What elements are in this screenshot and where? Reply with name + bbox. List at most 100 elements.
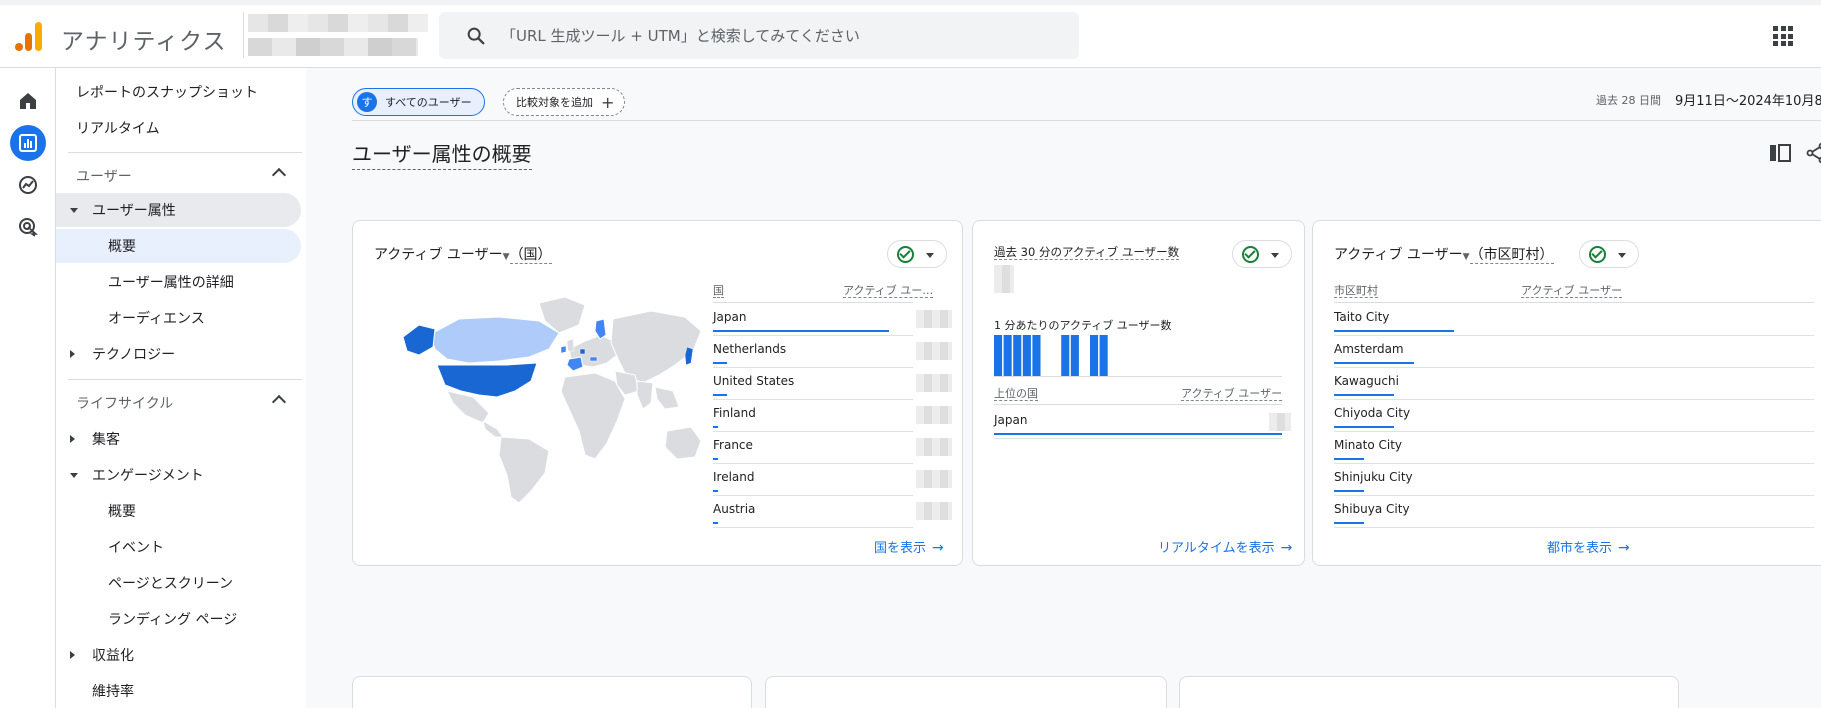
- table-row[interactable]: Kawaguchi: [1334, 368, 1814, 400]
- minute-bar-chart[interactable]: [994, 333, 1282, 377]
- compare-view-icon[interactable]: [1769, 144, 1791, 162]
- nav-item-user-attr-detail[interactable]: ユーザー属性の詳細: [108, 265, 301, 299]
- share-icon[interactable]: [1806, 142, 1821, 164]
- col-header-country[interactable]: 国: [713, 282, 724, 298]
- nav-item-events[interactable]: イベント: [108, 530, 301, 564]
- table-row[interactable]: France: [713, 432, 913, 464]
- table-row[interactable]: Amsterdam: [1334, 336, 1814, 368]
- analytics-logo-icon[interactable]: [14, 20, 44, 52]
- table-row[interactable]: Shibuya City: [1334, 496, 1814, 528]
- search-bar[interactable]: [439, 12, 1079, 59]
- table-header-divider: [713, 302, 913, 303]
- nav-group-label: ユーザー属性: [92, 203, 176, 219]
- table-row[interactable]: Minato City: [1334, 432, 1814, 464]
- col-header-top-country[interactable]: 上位の国: [994, 385, 1038, 401]
- col-header-active-users[interactable]: アクティブ ユーザー: [1521, 282, 1623, 298]
- table-row[interactable]: Austria: [713, 496, 913, 528]
- table-row[interactable]: Taito City: [1334, 304, 1814, 336]
- top-accent-line: [0, 0, 1821, 5]
- row-share-bar: [1334, 458, 1364, 460]
- nav-section-lifecycle[interactable]: ライフサイクル: [56, 386, 301, 420]
- nav-report-snapshot[interactable]: レポートのスナップショット: [76, 75, 258, 109]
- search-input[interactable]: [501, 12, 1061, 59]
- nav-group-label: エンゲージメント: [92, 468, 204, 484]
- table-row[interactable]: United States: [713, 368, 913, 400]
- table-row[interactable]: Japan: [994, 407, 1282, 439]
- row-label: United States: [713, 374, 795, 388]
- nav-item-retention[interactable]: 維持率: [56, 674, 301, 708]
- data-quality-button[interactable]: [1232, 240, 1292, 268]
- card-realtime-users: 過去 30 分のアクティブ ユーザー数 1 分あたりのアクティブ ユーザー数 上…: [972, 220, 1305, 566]
- nav-group-user-attributes[interactable]: ユーザー属性: [56, 193, 301, 227]
- nav-item-overview[interactable]: 概要: [56, 229, 301, 263]
- explore-icon[interactable]: [10, 167, 46, 203]
- row-share-bar: [994, 433, 1282, 435]
- caret-down-icon: [70, 208, 78, 213]
- card-title-metric-dropdown[interactable]: アクティブ ユーザー: [374, 247, 503, 263]
- caret-down-icon: [70, 473, 78, 478]
- row-label: Austria: [713, 502, 756, 516]
- page-title[interactable]: ユーザー属性の概要: [352, 138, 532, 170]
- nav-item-audiences[interactable]: オーディエンス: [108, 301, 301, 335]
- row-share-bar: [1334, 362, 1414, 364]
- date-range-picker[interactable]: 9月11日～2024年10月8: [1675, 90, 1821, 109]
- nav-realtime[interactable]: リアルタイム: [76, 111, 160, 145]
- data-quality-button[interactable]: [1579, 240, 1639, 268]
- arrow-right-icon: →: [932, 540, 944, 556]
- view-cities-link[interactable]: 都市を表示 →: [1547, 537, 1630, 556]
- card-title: アクティブ ユーザー▼（国）: [374, 244, 552, 264]
- row-share-bar: [1334, 522, 1364, 524]
- nav-group-acquisition[interactable]: 集客: [56, 422, 301, 456]
- add-comparison-button[interactable]: 比較対象を追加 +: [503, 88, 626, 116]
- minute-bar: [1061, 335, 1070, 377]
- top-bar: アナリティクス: [0, 0, 1821, 68]
- chevron-up-icon: [271, 167, 287, 183]
- table-row[interactable]: Shinjuku City: [1334, 464, 1814, 496]
- nav-section-user[interactable]: ユーザー: [56, 159, 301, 193]
- nav-item-pages-screens[interactable]: ページとスクリーン: [108, 566, 301, 600]
- card-title-metric-dropdown[interactable]: アクティブ ユーザー: [1334, 247, 1463, 263]
- row-value-redacted: [916, 374, 952, 392]
- map-canada: [428, 316, 560, 364]
- nav-item-landing-page[interactable]: ランディング ページ: [108, 602, 301, 636]
- map-australia: [664, 426, 701, 460]
- card-gender-partial: [352, 676, 752, 708]
- view-realtime-link[interactable]: リアルタイムを表示 →: [1158, 537, 1292, 556]
- col-header-city[interactable]: 市区町村: [1334, 282, 1378, 298]
- col-header-active-users[interactable]: アクティブ ユーザー: [1181, 385, 1283, 401]
- reports-icon[interactable]: [10, 125, 46, 161]
- nav-group-monetization[interactable]: 収益化: [56, 638, 301, 672]
- advertising-icon[interactable]: [10, 209, 46, 245]
- header-divider: [352, 120, 1821, 121]
- row-share-bar: [713, 394, 727, 396]
- world-map[interactable]: [389, 291, 701, 503]
- table-row[interactable]: Chiyoda City: [1334, 400, 1814, 432]
- view-countries-link[interactable]: 国を表示 →: [874, 537, 944, 556]
- row-label: Japan: [994, 413, 1028, 427]
- col-header-active-users[interactable]: アクティブ ユー…: [843, 282, 934, 298]
- app-title: アナリティクス: [61, 29, 227, 55]
- account-selector[interactable]: [243, 12, 433, 58]
- apps-grid-icon[interactable]: [1773, 26, 1793, 46]
- nav-group-engagement[interactable]: エンゲージメント: [56, 458, 301, 492]
- map-africa: [560, 372, 626, 460]
- home-icon[interactable]: [10, 83, 46, 119]
- map-finland: [594, 318, 607, 340]
- data-quality-button[interactable]: [887, 240, 947, 268]
- table-row[interactable]: Ireland: [713, 464, 913, 496]
- table-row[interactable]: Japan: [713, 304, 913, 336]
- table-row[interactable]: Netherlands: [713, 336, 913, 368]
- row-label: Netherlands: [713, 342, 787, 356]
- add-comparison-label: 比較対象を追加: [516, 96, 593, 109]
- segment-chip-all-users[interactable]: す すべてのユーザー: [352, 88, 485, 116]
- row-label: Ireland: [713, 470, 755, 484]
- nav-group-label: テクノロジー: [92, 347, 176, 363]
- table-row[interactable]: Finland: [713, 400, 913, 432]
- property-name-redacted: [248, 38, 418, 56]
- nav-divider: [68, 379, 302, 380]
- nav-item-engagement-overview[interactable]: 概要: [108, 494, 301, 528]
- table-header-divider: [1334, 302, 1814, 303]
- map-uk: [566, 338, 575, 352]
- row-value-redacted: [916, 438, 952, 456]
- nav-group-technology[interactable]: テクノロジー: [56, 337, 301, 371]
